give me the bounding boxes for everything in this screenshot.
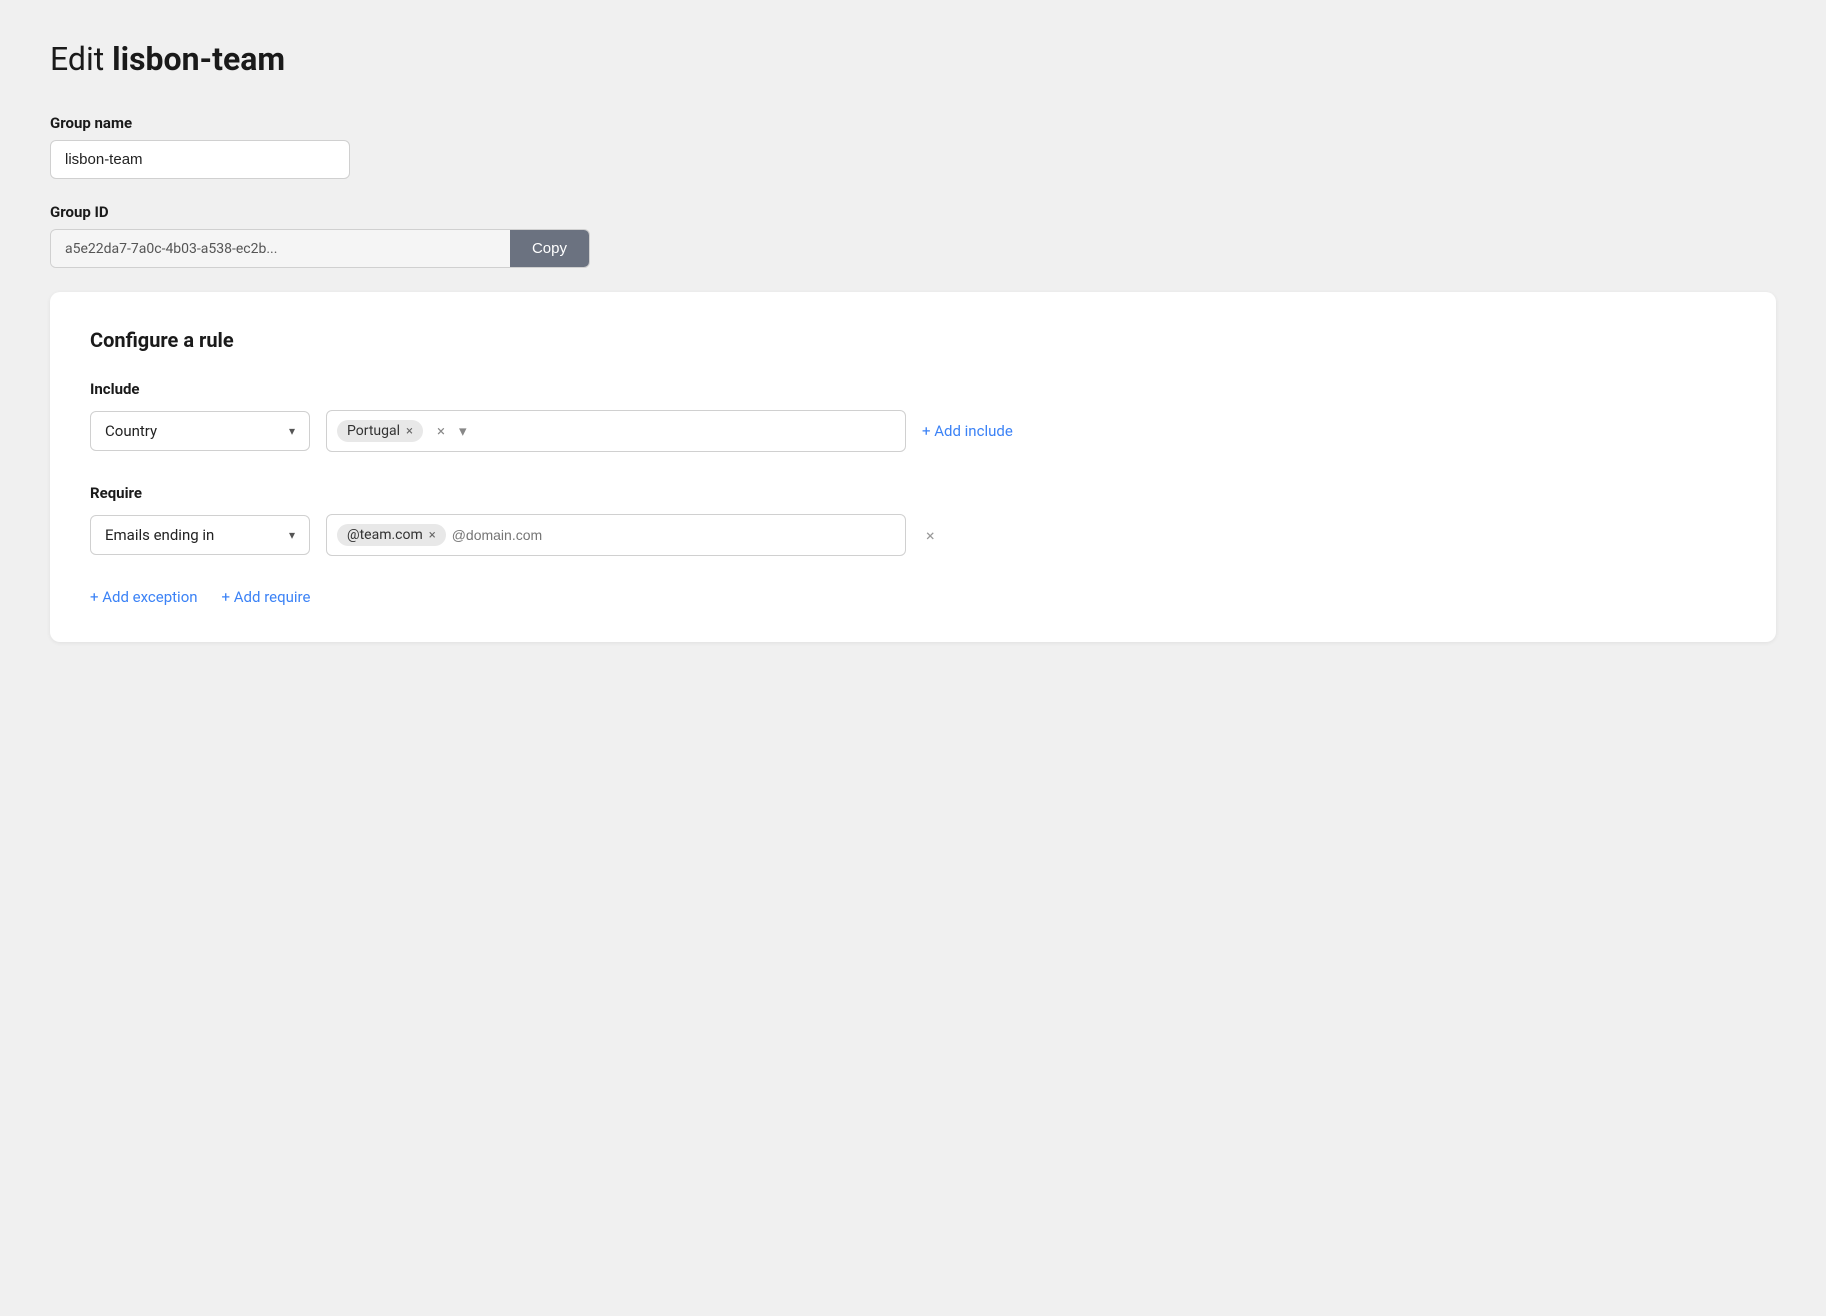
require-section: Require Emails ending in ▾ @team.com × × [90,484,1736,556]
include-dropdown-value: Country [105,422,157,440]
page-title: Edit lisbon-team [50,40,1776,78]
group-id-section: Group ID a5e22da7-7a0c-4b03-a538-ec2b...… [50,203,1776,268]
team-com-tag: @team.com × [337,524,446,546]
tag-label: @team.com [347,527,423,543]
require-dropdown[interactable]: Emails ending in ▾ [90,515,310,555]
include-label: Include [90,380,1736,398]
include-section: Include Country ▾ Portugal × × ▾ + Add i… [90,380,1736,452]
add-exception-link[interactable]: + Add exception [90,588,198,606]
require-tag-input[interactable]: @team.com × [326,514,906,556]
remove-require-row-icon[interactable]: × [922,522,939,549]
rule-card-title: Configure a rule [90,328,1736,352]
group-name-section: Group name [50,114,1776,179]
group-name-label: Group name [50,114,1776,132]
tag-input-controls: × ▾ [433,420,471,442]
tag-close-icon[interactable]: × [406,425,413,438]
include-row: Country ▾ Portugal × × ▾ + Add include [90,410,1736,452]
bottom-links: + Add exception + Add require [90,588,1736,606]
portugal-tag: Portugal × [337,420,423,442]
domain-input[interactable] [452,527,895,543]
group-id-label: Group ID [50,203,1776,221]
rule-card: Configure a rule Include Country ▾ Portu… [50,292,1776,642]
copy-button[interactable]: Copy [510,230,589,267]
group-id-value: a5e22da7-7a0c-4b03-a538-ec2b... [51,231,510,267]
tag-close-icon-2[interactable]: × [429,529,436,542]
group-name-input[interactable] [50,140,350,179]
require-dropdown-value: Emails ending in [105,526,214,544]
dropdown-expand-icon[interactable]: ▾ [455,420,471,442]
add-require-link[interactable]: + Add require [222,588,311,606]
include-dropdown[interactable]: Country ▾ [90,411,310,451]
include-tag-input[interactable]: Portugal × × ▾ [326,410,906,452]
require-label: Require [90,484,1736,502]
group-id-row: a5e22da7-7a0c-4b03-a538-ec2b... Copy [50,229,590,268]
chevron-down-icon: ▾ [289,424,295,438]
add-include-link[interactable]: + Add include [922,422,1013,440]
chevron-down-icon-require: ▾ [289,528,295,542]
tag-label: Portugal [347,423,400,439]
clear-icon[interactable]: × [433,420,449,442]
require-row: Emails ending in ▾ @team.com × × [90,514,1736,556]
